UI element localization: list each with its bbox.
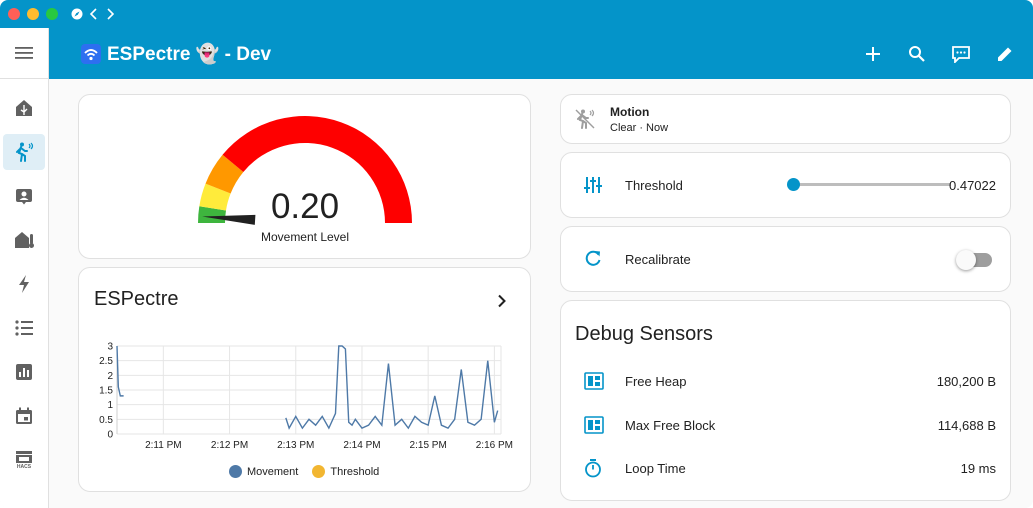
legend-threshold-label: Threshold	[330, 465, 380, 478]
threshold-slider[interactable]	[793, 183, 951, 186]
search-button[interactable]	[895, 40, 939, 68]
recalibrate-label: Recalibrate	[625, 252, 691, 267]
walk-icon	[575, 109, 595, 129]
memory-icon	[584, 416, 604, 434]
loop-time-label: Loop Time	[625, 461, 686, 476]
minimize-window-button[interactable]	[27, 8, 39, 20]
plus-icon	[866, 47, 880, 61]
account-box-icon	[16, 189, 32, 205]
forward-icon[interactable]	[105, 8, 115, 20]
y-tick-label: 0	[107, 430, 113, 441]
walk-icon	[16, 142, 34, 162]
timer-icon	[585, 459, 601, 478]
motion-card[interactable]: Motion Clear · Now	[560, 94, 1011, 144]
dashboard-content: 0.20 Movement Level ESPectre 3 2.5 2 1.5 1 0.…	[49, 79, 1033, 508]
recalibrate-toggle-knob[interactable]	[956, 250, 976, 270]
threshold-card: Threshold 0.47022	[560, 152, 1011, 218]
debug-sensors-card: Debug Sensors Free Heap 180,200 B Max Fr…	[560, 300, 1011, 501]
home-thermometer-icon	[15, 232, 34, 248]
x-tick-label: 2:11 PM	[145, 440, 182, 451]
y-tick-label: 3	[107, 342, 113, 353]
y-tick-label: 2	[107, 371, 113, 382]
sidebar-item-motion[interactable]	[3, 134, 45, 170]
gauge-card[interactable]: 0.20 Movement Level	[78, 94, 531, 259]
memory-icon	[584, 372, 604, 390]
sidebar-item-hacs[interactable]: HACS	[3, 442, 45, 478]
y-tick-label: 1	[107, 400, 113, 411]
sidebar-item-history[interactable]	[3, 354, 45, 390]
x-tick-label: 2:15 PM	[410, 440, 447, 451]
list-icon	[15, 320, 33, 336]
x-tick-label: 2:16 PM	[476, 440, 513, 451]
max-free-block-value: 114,688 B	[937, 418, 996, 433]
menu-icon	[15, 47, 33, 59]
hacs-icon	[16, 450, 32, 463]
debug-title: Debug Sensors	[575, 323, 713, 345]
x-tick-label: 2:14 PM	[343, 440, 380, 451]
lightning-icon	[19, 275, 29, 293]
home-icon	[16, 100, 32, 116]
legend-movement-label: Movement	[247, 465, 299, 478]
menu-button[interactable]	[0, 28, 48, 79]
window-titlebar	[0, 0, 1033, 28]
tune-icon	[584, 177, 602, 193]
bar-chart-icon	[16, 364, 32, 380]
sidebar-item-badge[interactable]	[3, 178, 45, 214]
legend-threshold-swatch	[312, 465, 326, 478]
movement-series-line	[116, 345, 124, 397]
compass-icon[interactable]	[71, 8, 83, 20]
add-button[interactable]	[851, 40, 895, 68]
free-heap-label: Free Heap	[625, 374, 687, 389]
hacs-label: HACS	[16, 463, 32, 470]
maximize-window-button[interactable]	[46, 8, 58, 20]
y-tick-label: 2.5	[99, 356, 113, 367]
chart-legend: Movement Threshold	[229, 465, 393, 478]
threshold-label: Threshold	[625, 178, 683, 193]
search-icon	[909, 46, 925, 62]
sidebar-item-climate[interactable]	[3, 222, 45, 258]
legend-movement[interactable]: Movement	[229, 465, 298, 478]
close-window-button[interactable]	[8, 8, 20, 20]
pencil-icon	[998, 47, 1012, 61]
sidebar-item-overview[interactable]	[3, 90, 45, 126]
threshold-value: 0.47022	[949, 178, 996, 193]
legend-threshold[interactable]: Threshold	[312, 465, 379, 478]
recalibrate-card: Recalibrate	[560, 226, 1011, 292]
motion-state: Clear · Now	[610, 122, 669, 134]
header-actions	[851, 40, 1027, 68]
history-chart: 3 2.5 2 1.5 1 0.5 0 2:11 PM 2:12 PM 2:13 PM 2:14 P…	[99, 342, 513, 452]
dashboard-title: ESPectre 👻 - Dev	[81, 42, 271, 66]
app-header: ESPectre 👻 - Dev	[49, 28, 1033, 79]
motion-title: Motion	[610, 105, 650, 119]
movement-series-line	[285, 345, 499, 430]
max-free-block-label: Max Free Block	[625, 418, 716, 433]
app-window: HACS ESPectre 👻 - Dev 0.20 Movement Leve…	[0, 0, 1033, 508]
dashboard-title-text: ESPectre 👻 - Dev	[107, 44, 272, 65]
x-tick-label: 2:12 PM	[211, 440, 248, 451]
back-icon[interactable]	[89, 8, 99, 20]
gauge-value: 0.20	[270, 187, 340, 226]
y-tick-label: 1.5	[99, 386, 113, 397]
refresh-icon	[585, 250, 601, 266]
edit-button[interactable]	[983, 40, 1027, 68]
assist-button[interactable]	[939, 40, 983, 68]
comment-icon	[952, 46, 970, 63]
calendar-icon	[16, 407, 32, 424]
gauge-label: Movement Level	[260, 230, 350, 244]
sidebar-item-logbook[interactable]	[3, 310, 45, 346]
sidebar-item-energy[interactable]	[3, 266, 45, 302]
threshold-slider-handle[interactable]	[786, 178, 800, 191]
loop-time-value: 19 ms	[960, 461, 996, 476]
wifi-icon	[81, 44, 101, 64]
sidebar: HACS	[0, 28, 49, 508]
free-heap-value: 180,200 B	[936, 374, 996, 389]
sidebar-item-calendar[interactable]	[3, 398, 45, 434]
y-tick-label: 0.5	[99, 415, 113, 426]
legend-movement-swatch	[229, 465, 242, 478]
history-chart-card[interactable]: ESPectre 3 2.5 2 1.5 1 0.5 0 2:11 PM 2:12 PM 2:13…	[78, 267, 531, 492]
x-tick-label: 2:13 PM	[277, 440, 314, 451]
